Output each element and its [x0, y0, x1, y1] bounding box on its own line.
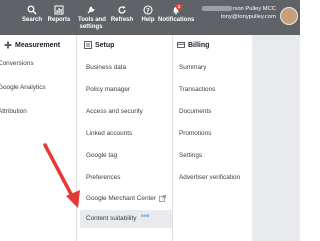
billing-column: Billing Summary Transactions Documents P… [172, 35, 252, 241]
help-icon: ? [143, 5, 153, 15]
account-info[interactable]: rson Pulley MCC tony@tonypulley.com [196, 5, 276, 21]
refresh-button[interactable]: Refresh [110, 5, 134, 24]
measurement-icon [4, 41, 12, 49]
menu-item-advertiser-verification[interactable]: Advertiser verification [179, 173, 240, 182]
setup-icon [84, 41, 92, 49]
avatar[interactable] [280, 7, 298, 25]
notification-count-badge: 1 [176, 4, 182, 10]
refresh-icon [118, 6, 126, 14]
menu-item-preferences[interactable]: Preferences [86, 173, 120, 182]
menu-item-google-merchant-center[interactable]: Google Merchant Center [86, 194, 156, 203]
tools-and-settings-button[interactable]: Tools and settings [78, 5, 106, 30]
menu-item-policy-manager[interactable]: Policy manager [86, 85, 130, 94]
tools-label-line1: Tools and [78, 17, 106, 23]
menu-item-google-tag[interactable]: Google tag [86, 151, 117, 160]
setup-title: Setup [95, 41, 115, 49]
search-icon [27, 5, 37, 15]
measurement-title: Measurement [15, 41, 61, 49]
content-suitability-label: Content suitability [86, 215, 137, 222]
menu-item-promotions[interactable]: Promotions [179, 129, 211, 138]
bar-chart-icon [54, 5, 64, 15]
account-email: tony@tonypulley.com [220, 14, 276, 20]
notifications-label: Notifications [158, 17, 195, 23]
menu-item-settings[interactable]: Settings [179, 151, 202, 160]
menu-item-access-and-security[interactable]: Access and security [86, 107, 143, 116]
notifications-button[interactable]: 1 Notifications [158, 4, 195, 24]
menu-item-linked-accounts[interactable]: Linked accounts [86, 129, 132, 138]
search-button[interactable]: Search [20, 5, 44, 24]
background-panel [252, 35, 300, 241]
redacted-text [201, 5, 232, 11]
column-divider [172, 35, 173, 241]
account-name-row: rson Pulley MCC [196, 5, 276, 13]
account-name: rson Pulley MCC [232, 6, 277, 12]
menu-item-content-suitability[interactable]: Content suitability new [80, 210, 172, 228]
measurement-heading: Measurement [4, 41, 60, 49]
column-divider [76, 35, 77, 241]
setup-column: Setup Business data Policy manager Acces… [80, 35, 172, 241]
new-badge: new [141, 213, 150, 218]
tools-label-line2: settings [79, 23, 103, 30]
external-link-icon[interactable] [159, 195, 166, 202]
menu-item-conversions[interactable]: Conversions [0, 59, 34, 68]
menu-item-google-analytics[interactable]: Google Analytics [0, 83, 46, 92]
measurement-column: Measurement Conversions Google Analytics… [0, 35, 75, 241]
menu-item-business-data[interactable]: Business data [86, 63, 126, 72]
billing-heading: Billing [177, 41, 209, 49]
wrench-icon [87, 6, 95, 14]
svg-text:?: ? [146, 7, 150, 14]
menu-item-summary[interactable]: Summary [179, 63, 206, 72]
menu-item-documents[interactable]: Documents [179, 107, 211, 116]
reports-button[interactable]: Reports [47, 5, 71, 24]
help-label: Help [141, 17, 155, 23]
reports-label: Reports [47, 17, 71, 23]
menu-item-transactions[interactable]: Transactions [179, 85, 215, 94]
billing-title: Billing [188, 41, 210, 49]
top-toolbar: Search Reports Tools and settings Refres… [0, 0, 300, 35]
setup-heading: Setup [84, 41, 114, 49]
refresh-label: Refresh [110, 17, 134, 23]
billing-icon [177, 42, 185, 48]
menu-item-attribution[interactable]: Attribution [0, 107, 27, 116]
search-label: Search [21, 17, 42, 23]
help-button[interactable]: ? Help [139, 5, 157, 24]
